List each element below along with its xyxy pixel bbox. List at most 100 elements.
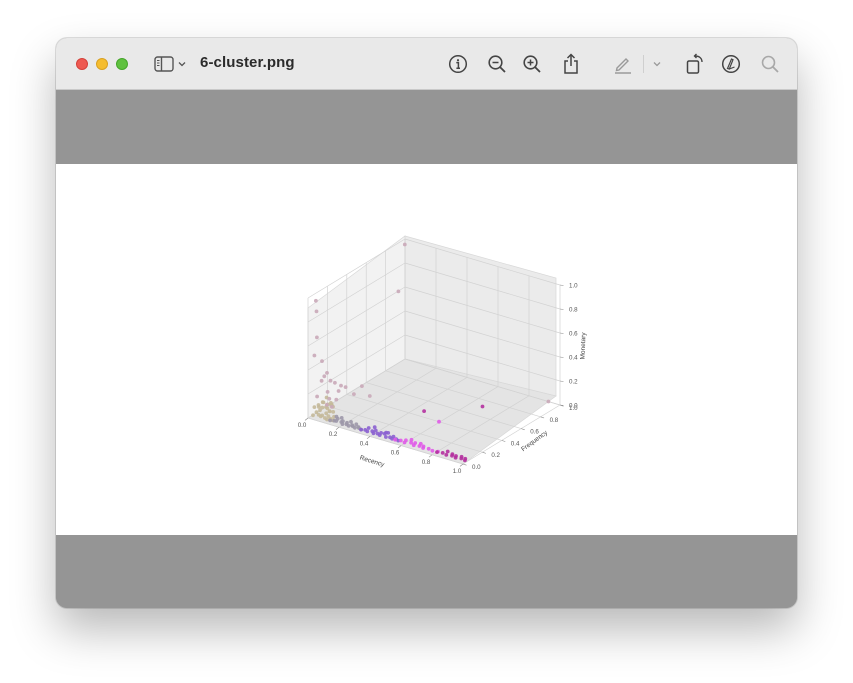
x-tick [366, 436, 371, 440]
x-tick-label: 1.0 [453, 468, 462, 475]
data-point-cluster-1 [341, 419, 345, 424]
y-tick [501, 440, 506, 442]
data-point-cluster-5 [333, 380, 337, 385]
data-point-cluster-2 [384, 430, 388, 435]
y-tick-label: 0.4 [511, 440, 520, 447]
info-icon[interactable] [447, 52, 469, 76]
data-point-cluster-0 [311, 413, 315, 418]
data-point-cluster-4 [422, 409, 426, 413]
data-point-cluster-0 [331, 410, 336, 414]
data-point-cluster-4 [454, 454, 458, 458]
data-point-cluster-5 [314, 309, 319, 314]
data-point-cluster-3 [430, 448, 435, 453]
x-tick [459, 463, 464, 467]
close-button[interactable] [76, 58, 88, 70]
data-point-cluster-1 [345, 420, 349, 425]
canvas-background-bottom [56, 535, 797, 608]
data-point-cluster-5 [396, 289, 401, 294]
data-point-cluster-5 [325, 371, 329, 375]
data-point-cluster-3 [413, 441, 418, 445]
data-point-cluster-5 [352, 392, 356, 396]
data-point-cluster-5 [324, 402, 329, 407]
canvas-background-top [56, 90, 797, 164]
data-point-cluster-0 [329, 401, 333, 405]
z-tick-label: 1.0 [569, 283, 578, 290]
data-point-cluster-2 [379, 431, 383, 435]
z-tick [559, 308, 564, 310]
rotate-icon[interactable] [684, 52, 706, 76]
data-point-cluster-0 [318, 414, 323, 419]
data-point-cluster-1 [349, 420, 353, 424]
window-title: 6-cluster.png [200, 54, 295, 71]
z-tick [559, 380, 564, 382]
data-point-cluster-3 [404, 438, 408, 443]
data-point-cluster-3 [437, 419, 441, 424]
x-tick [335, 426, 340, 430]
data-point-cluster-5 [320, 359, 324, 363]
data-point-cluster-2 [359, 427, 363, 432]
data-point-cluster-5 [322, 374, 327, 379]
sidebar-toggle-icon[interactable] [153, 52, 175, 76]
data-point-cluster-1 [328, 418, 332, 423]
data-point-cluster-3 [421, 444, 426, 449]
zoom-out-icon[interactable] [486, 52, 508, 76]
data-point-cluster-0 [312, 405, 317, 409]
z-tick-label: 0.6 [569, 331, 578, 338]
data-point-cluster-4 [444, 453, 449, 457]
minimize-button[interactable] [96, 58, 108, 70]
data-point-cluster-5 [314, 298, 318, 303]
x-tick-label: 0.4 [360, 440, 369, 447]
data-point-cluster-4 [440, 451, 445, 455]
x-tick-label: 0.8 [422, 459, 431, 466]
search-icon[interactable] [759, 52, 781, 76]
data-point-cluster-3 [398, 438, 403, 443]
highlight-pen-icon[interactable] [612, 52, 634, 76]
z-tick-label: 0.0 [569, 403, 578, 410]
y-tick-label: 0.8 [550, 417, 559, 424]
data-point-cluster-5 [319, 378, 324, 383]
x-tick [397, 445, 402, 449]
sidebar-menu-chevron-icon[interactable] [177, 52, 187, 76]
preview-window: 6-cluster.png 0.0 0.2 0.4 0.6 0.8 1.0 0.… [56, 38, 797, 608]
x-tick [304, 417, 309, 421]
y-tick-label: 0.2 [491, 452, 500, 459]
data-point-cluster-5 [360, 384, 364, 388]
data-point-cluster-0 [320, 405, 325, 410]
data-point-cluster-4 [480, 404, 485, 409]
data-point-cluster-4 [463, 456, 468, 461]
toolbar-separator [643, 55, 644, 73]
y-tick [462, 463, 467, 466]
zoom-in-icon[interactable] [521, 52, 543, 76]
y-tick [482, 451, 486, 454]
data-point-cluster-0 [327, 409, 332, 414]
y-tick-label: 0.0 [472, 464, 481, 471]
z-tick-label: 0.4 [569, 355, 578, 362]
data-point-cluster-2 [384, 435, 388, 439]
data-point-cluster-4 [459, 454, 464, 459]
data-point-cluster-5 [327, 396, 332, 401]
data-point-cluster-5 [343, 385, 348, 389]
share-icon[interactable] [560, 52, 582, 76]
data-point-cluster-3 [393, 437, 398, 442]
data-point-cluster-4 [445, 449, 450, 454]
data-point-cluster-5 [312, 353, 317, 358]
zoom-button[interactable] [116, 58, 128, 70]
z-tick [559, 284, 564, 286]
data-point-cluster-5 [336, 389, 341, 393]
markup-icon[interactable] [720, 52, 742, 76]
data-point-cluster-2 [373, 428, 378, 433]
data-point-cluster-5 [315, 335, 319, 340]
data-point-cluster-0 [321, 400, 326, 405]
z-tick-label: 0.2 [569, 379, 578, 386]
data-point-cluster-2 [366, 426, 371, 430]
data-point-cluster-4 [450, 452, 455, 456]
x-tick-label: 0.6 [391, 450, 400, 457]
x-tick [428, 454, 433, 458]
x-tick-label: 0.0 [298, 422, 307, 429]
data-point-cluster-5 [367, 394, 372, 398]
chevron-down-icon[interactable] [652, 52, 662, 76]
data-point-cluster-0 [316, 403, 321, 407]
x-tick-label: 0.2 [329, 431, 338, 438]
data-point-cluster-5 [329, 405, 334, 409]
z-tick-label: 0.8 [569, 307, 578, 314]
